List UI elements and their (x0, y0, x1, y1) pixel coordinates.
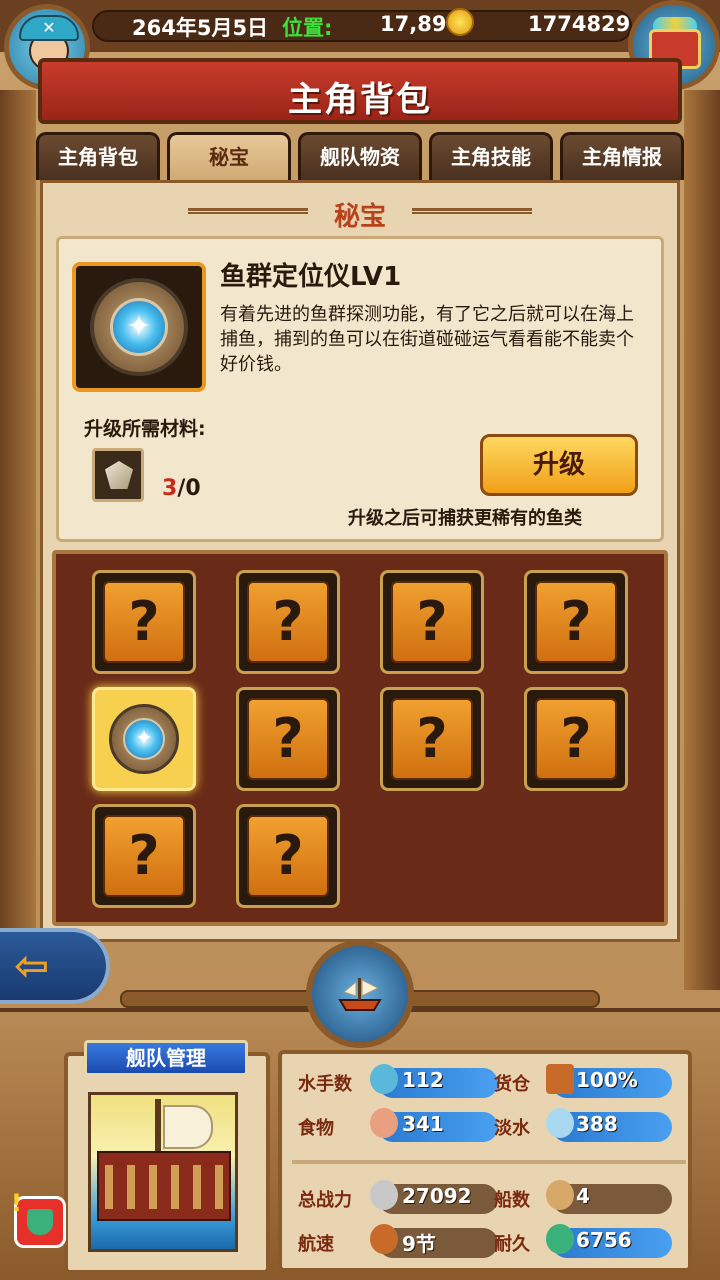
position-label: 位置: (282, 16, 333, 40)
durability-value: 6756 (576, 1228, 632, 1252)
ship-count-icon (546, 1180, 574, 1210)
ship-helm-icon[interactable] (306, 940, 414, 1048)
treasure-slot-selected[interactable]: ✦ (92, 687, 196, 791)
food-value: 341 (402, 1112, 444, 1136)
fleet-management-button[interactable]: 舰队管理 (84, 1040, 248, 1076)
stat-label: 航速 (298, 1234, 334, 1255)
material-count: 3/0 (162, 476, 201, 501)
treasure-slot[interactable]: ? (236, 687, 340, 791)
shell-material-icon[interactable] (92, 448, 144, 502)
divider (292, 1160, 686, 1164)
question-mark-icon: ? (391, 698, 473, 780)
stat-label: 总战力 (298, 1190, 352, 1211)
title-banner: 主角背包 (38, 58, 682, 124)
alert-icon[interactable]: ! (11, 1189, 66, 1248)
section-title: 秘宝 (333, 202, 386, 232)
stat-row: 总战力 27092 船数 4 (282, 1178, 688, 1218)
stat-row: 水手数 112 货仓 100% (282, 1062, 688, 1102)
item-icon: ✦ (72, 262, 206, 392)
question-mark-icon: ? (535, 698, 617, 780)
stat-row: 食物 341 淡水 388 (282, 1106, 688, 1146)
upgrade-button[interactable]: 升级 (480, 434, 638, 496)
water-value: 388 (576, 1112, 618, 1136)
speed-icon (370, 1224, 398, 1254)
tab-hero-skills[interactable]: 主角技能 (429, 132, 553, 180)
question-mark-icon: ? (103, 581, 185, 663)
game-date: 264年5月5日 (132, 16, 269, 40)
treasure-slot[interactable]: ? (236, 804, 340, 908)
cargo-value: 100% (576, 1068, 638, 1092)
upgrade-hint: 升级之后可捕获更稀有的鱼类 (348, 508, 582, 529)
treasure-slot[interactable]: ? (236, 570, 340, 674)
material-need: /0 (177, 476, 201, 501)
compass-face: ✦ (123, 718, 165, 760)
sailors-value: 112 (402, 1068, 444, 1092)
tab-treasure[interactable]: 秘宝 (167, 132, 291, 180)
tab-hero-bag[interactable]: 主角背包 (36, 132, 160, 180)
question-mark-icon: ? (247, 698, 329, 780)
back-button[interactable]: ⇦ (0, 928, 110, 1004)
cargo-icon (546, 1064, 574, 1094)
fleet-stats: 水手数 112 货仓 100% 食物 341 淡水 388 总战力 27092 … (278, 1050, 692, 1272)
stat-row: 航速 9节 耐久 6756 (282, 1222, 688, 1262)
treasure-slot[interactable]: ? (92, 804, 196, 908)
fleet-panel[interactable] (64, 1052, 270, 1274)
treasure-slot[interactable]: ? (92, 570, 196, 674)
treasure-slot[interactable]: ? (380, 570, 484, 674)
sailing-ship-icon (338, 978, 382, 1011)
game-screen: 264年5月5日 位置: 17,89 1774829 ✕ 主角背包 主角背包 秘… (0, 0, 720, 1280)
position-value: 17,89 (380, 12, 447, 36)
tab-fleet-supplies[interactable]: 舰队物资 (298, 132, 422, 180)
stat-label: 货仓 (494, 1074, 530, 1095)
stat-label: 食物 (298, 1118, 334, 1139)
tab-hero-info[interactable]: 主角情报 (560, 132, 684, 180)
coin-icon (446, 8, 474, 36)
stat-label: 船数 (494, 1190, 530, 1211)
materials-label: 升级所需材料: (84, 418, 206, 440)
treasure-slot[interactable]: ? (380, 687, 484, 791)
stat-label: 淡水 (494, 1118, 530, 1139)
meat-icon (370, 1108, 398, 1138)
durability-icon (546, 1224, 574, 1254)
tab-bar: 主角背包 秘宝 舰队物资 主角技能 主角情报 (36, 132, 684, 180)
power-value: 27092 (402, 1184, 472, 1208)
avatar-hat: ✕ (19, 15, 79, 41)
material-have: 3 (162, 476, 178, 501)
ship-illustration (88, 1092, 238, 1252)
stat-label: 耐久 (494, 1234, 530, 1255)
ships-value: 4 (576, 1184, 590, 1208)
question-mark-icon: ? (391, 581, 473, 663)
speed-value: 9节 (402, 1232, 436, 1256)
compass-face: ✦ (110, 298, 168, 356)
gold-value: 1774829 (528, 12, 631, 36)
question-mark-icon: ? (103, 815, 185, 897)
question-mark-icon: ? (247, 581, 329, 663)
sailor-icon (370, 1064, 398, 1094)
water-icon (546, 1108, 574, 1138)
swords-icon (370, 1180, 398, 1210)
treasure-slot[interactable]: ? (524, 570, 628, 674)
question-mark-icon: ? (535, 581, 617, 663)
item-name: 鱼群定位仪LV1 (220, 262, 402, 292)
stat-label: 水手数 (298, 1074, 352, 1095)
item-description: 有着先进的鱼群探测功能，有了它之后就可以在海上捕鱼，捕到的鱼可以在街道碰碰运气看… (220, 304, 634, 375)
page-title: 主角背包 (288, 80, 432, 120)
treasure-slot[interactable]: ? (524, 687, 628, 791)
back-arrow-icon: ⇦ (14, 941, 50, 990)
question-mark-icon: ? (247, 815, 329, 897)
